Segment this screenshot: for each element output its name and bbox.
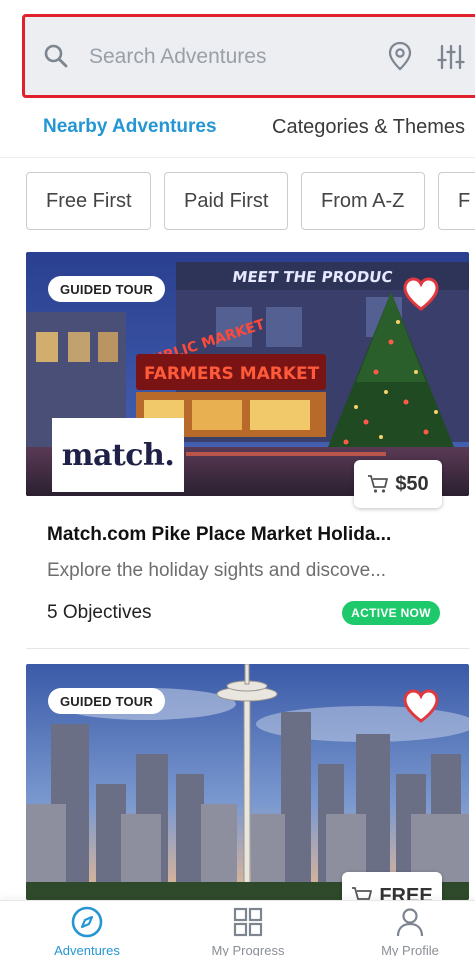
location-pin-icon[interactable]: [387, 41, 413, 71]
tab-categories-themes[interactable]: Categories & Themes: [272, 116, 465, 139]
heart-icon[interactable]: [402, 276, 440, 312]
adventure-tabs: Nearby Adventures Categories & Themes: [0, 110, 475, 158]
cart-icon: [352, 887, 373, 900]
price-value: FREE: [379, 884, 433, 901]
chip-from-a-z[interactable]: From A-Z: [301, 172, 425, 230]
chip-free-first[interactable]: Free First: [26, 172, 151, 230]
farmers-market-sign: FARMERS MARKET: [144, 364, 320, 384]
price-tag[interactable]: FREE: [342, 872, 442, 900]
card-title: Match.com Pike Place Market Holida...: [47, 524, 392, 545]
chip-partial[interactable]: F: [438, 172, 475, 230]
search-icon: [44, 44, 68, 68]
grid-icon: [233, 907, 263, 937]
market-sign-top: MEET THE PRODUC: [231, 268, 393, 286]
card-description: Explore the holiday sights and discove..…: [47, 560, 387, 581]
heart-icon[interactable]: [402, 688, 440, 724]
price-tag[interactable]: $50: [354, 460, 442, 508]
card-image-skyline: GUIDED TOUR: [26, 664, 469, 900]
adventure-card[interactable]: MEET THE PRODUC PUBLIC MARKET FARMERS MA…: [26, 252, 469, 650]
nav-label-adventures: Adventures: [54, 943, 120, 956]
cart-icon: [368, 475, 389, 493]
nav-my-progress[interactable]: My Progress: [188, 905, 308, 956]
guided-tour-badge: GUIDED TOUR: [48, 276, 165, 302]
sort-chip-row: Free First Paid First From A-Z F: [0, 170, 475, 232]
compass-icon: [71, 906, 103, 938]
card-divider: [26, 648, 469, 649]
nav-my-profile[interactable]: My Profile: [350, 905, 470, 956]
filter-sliders-icon[interactable]: [437, 43, 465, 71]
nav-label-my-profile: My Profile: [381, 943, 439, 956]
search-bar[interactable]: [22, 14, 475, 98]
nav-label-my-progress: My Progress: [211, 943, 285, 956]
nav-adventures[interactable]: Adventures: [27, 905, 147, 956]
tab-nearby-adventures[interactable]: Nearby Adventures: [43, 116, 217, 138]
objectives-count: 5 Objectives: [47, 602, 152, 623]
adventure-card[interactable]: GUIDED TOUR FREE: [26, 664, 469, 900]
brand-logo: match.: [52, 418, 184, 492]
guided-tour-badge: GUIDED TOUR: [48, 688, 165, 714]
price-value: $50: [395, 472, 429, 495]
status-badge: ACTIVE NOW: [342, 601, 440, 625]
bottom-navigation: Adventures My Progress My Profile: [0, 900, 475, 956]
brand-logo-text: match.: [61, 437, 175, 473]
chip-paid-first[interactable]: Paid First: [164, 172, 288, 230]
search-input[interactable]: [89, 39, 379, 75]
person-icon: [396, 908, 424, 937]
